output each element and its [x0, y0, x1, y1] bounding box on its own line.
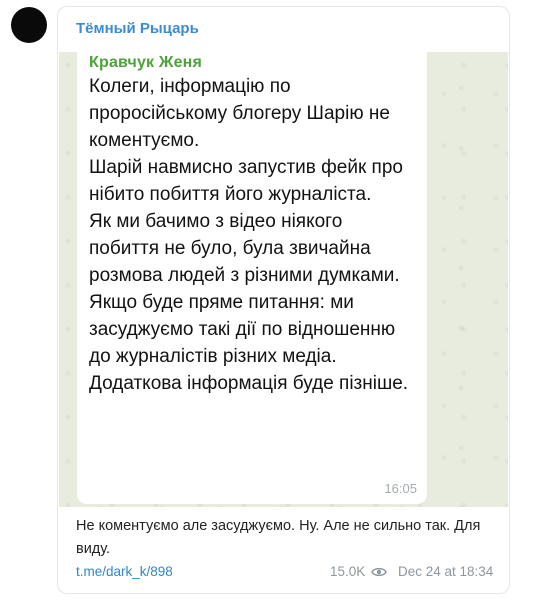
post-date: Dec 24 at 18:34	[398, 564, 494, 579]
message-sender: Кравчук Женя	[89, 54, 203, 71]
view-count: 15.0K	[330, 564, 366, 579]
message-text: Колеги, інформацію по проросійському бло…	[89, 73, 417, 397]
post-footer: t.me/dark_k/898 15.0K Dec 24 at 18:34	[76, 564, 496, 584]
channel-name[interactable]: Тёмный Рыцарь	[76, 20, 199, 37]
message-paragraph: Шарій навмисно запустив фейк про нібито …	[89, 157, 403, 205]
embedded-screenshot: Кравчук Женя Колеги, інформацію по проро…	[59, 52, 508, 507]
message-paragraph: Якщо буде пряме питання: ми засуджуємо т…	[89, 292, 396, 367]
message-paragraph: Як ми бачимо з відео ніякого побиття не …	[89, 211, 400, 286]
post-card: Тёмный Рыцарь Кравчук Женя Колеги, інфор…	[57, 6, 510, 594]
message-time: 16:05	[384, 481, 417, 496]
message-bubble: Кравчук Женя Колеги, інформацію по проро…	[77, 52, 427, 504]
channel-avatar[interactable]	[11, 7, 47, 43]
post-caption: Не коментуємо але засуджуємо. Ну. Але не…	[76, 518, 481, 557]
message-paragraph: Додаткова інформація буде пізніше.	[89, 373, 409, 394]
eye-icon	[371, 567, 387, 577]
post-link[interactable]: t.me/dark_k/898	[76, 564, 173, 579]
message-paragraph: Колеги, інформацію по проросійському бло…	[89, 76, 390, 151]
